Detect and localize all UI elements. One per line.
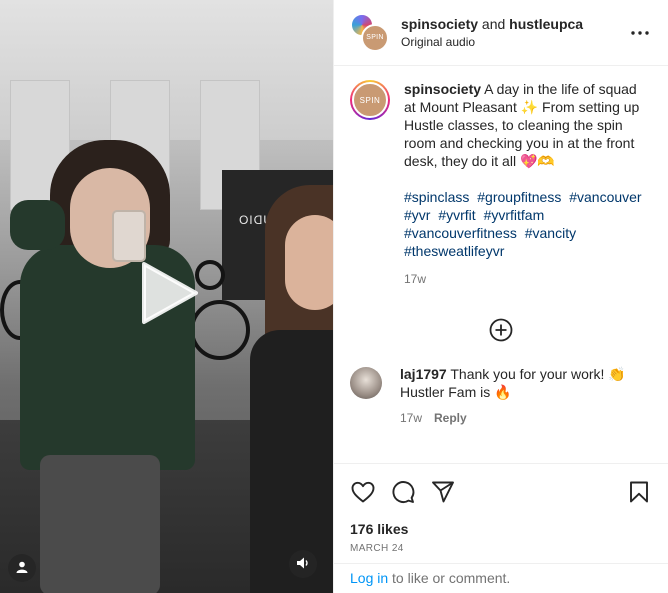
hashtag-link[interactable]: #spinclass (404, 189, 469, 205)
bookmark-icon (629, 481, 649, 506)
hashtag-link[interactable]: #thesweatlifeyvr (404, 243, 504, 259)
login-prompt: Log in to like or comment. (334, 563, 668, 593)
comment-username[interactable]: laj1797 (400, 366, 447, 382)
avatar-text: SPIN (352, 82, 388, 118)
share-icon (431, 481, 455, 506)
tagged-user-button[interactable] (8, 554, 36, 582)
login-prompt-text: to like or comment. (392, 570, 511, 586)
play-icon[interactable] (136, 260, 200, 326)
post-sidebar: SPIN spinsociety and hustleupca Original… (333, 0, 668, 593)
hashtag-link[interactable]: #vancouver (569, 189, 641, 205)
thumbs-up-hand (10, 200, 65, 250)
hashtag-link[interactable]: #yvrfitfam (484, 207, 545, 223)
hashtags: #spinclass #groupfitness #vancouver #yvr… (404, 188, 652, 260)
caption-timestamp[interactable]: 17w (404, 270, 652, 288)
heart-icon (351, 481, 375, 506)
post-header: SPIN spinsociety and hustleupca Original… (334, 0, 668, 66)
audio-toggle-button[interactable] (289, 550, 317, 578)
avatar: SPIN (361, 23, 389, 52)
caption: SPIN spinsociety A day in the life of sq… (350, 80, 652, 288)
person-legs (40, 455, 160, 593)
and-text: and (481, 16, 506, 32)
caption-username[interactable]: spinsociety (404, 81, 481, 97)
user-icon (16, 560, 28, 576)
comment-button[interactable] (390, 480, 416, 506)
post-media[interactable]: STUDIO (0, 0, 333, 593)
comment-icon (391, 480, 415, 507)
save-button[interactable] (626, 480, 652, 506)
login-link[interactable]: Log in (350, 570, 388, 586)
avatar[interactable] (350, 367, 382, 399)
add-circle-icon (489, 318, 513, 345)
hashtag-link[interactable]: #yvr (404, 207, 430, 223)
reply-button[interactable]: Reply (434, 411, 467, 425)
more-icon[interactable] (628, 21, 652, 45)
hashtag-link[interactable]: #groupfitness (477, 189, 561, 205)
hashtag-link[interactable]: #yvrfit (438, 207, 475, 223)
person-body (250, 330, 333, 593)
hashtag-link[interactable]: #vancouverfitness (404, 225, 517, 241)
collab-avatars[interactable]: SPIN (350, 12, 390, 53)
share-button[interactable] (430, 480, 456, 506)
load-more-comments-button[interactable] (350, 318, 652, 345)
comment: laj1797 Thank you for your work! 👏 Hustl… (350, 365, 652, 425)
audio-link[interactable]: Original audio (401, 35, 628, 49)
post-authors: spinsociety and hustleupca (401, 16, 628, 32)
phone (112, 210, 146, 262)
hashtag-link[interactable]: #vancity (525, 225, 576, 241)
post-date[interactable]: MARCH 24 (350, 543, 652, 554)
like-button[interactable] (350, 480, 376, 506)
author-link[interactable]: spinsociety (401, 16, 478, 32)
likes-count[interactable]: 176 likes (350, 521, 652, 537)
comments-section[interactable]: SPIN spinsociety A day in the life of sq… (334, 66, 668, 463)
person-face (285, 215, 333, 310)
audio-icon (296, 556, 310, 573)
avatar[interactable]: SPIN (350, 80, 390, 120)
author-link[interactable]: hustleupca (509, 16, 583, 32)
comment-timestamp[interactable]: 17w (400, 411, 422, 425)
